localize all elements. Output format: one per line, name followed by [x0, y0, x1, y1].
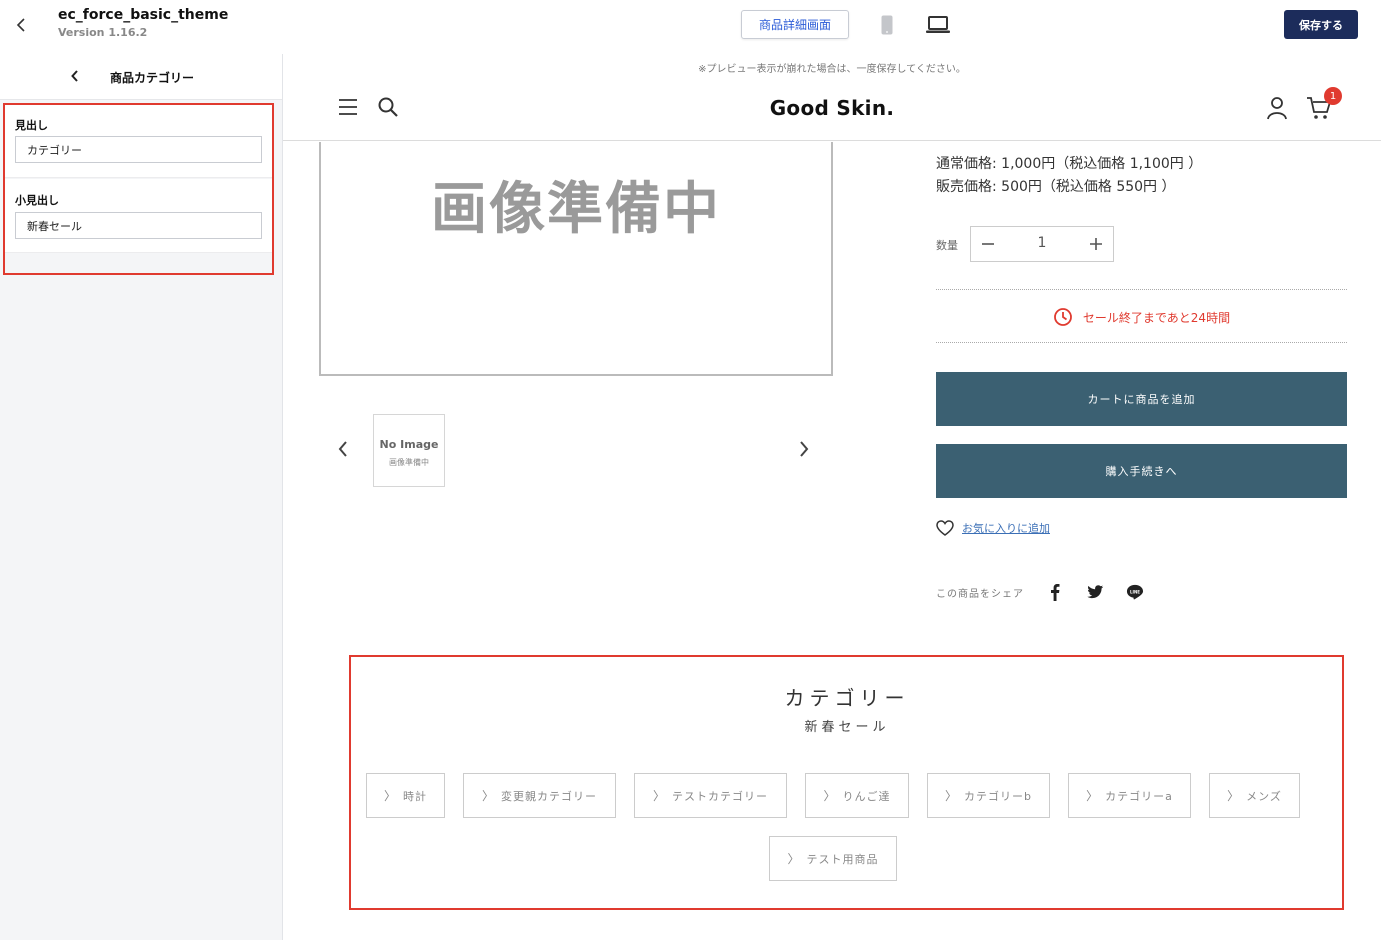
- save-button[interactable]: 保存する: [1284, 10, 1358, 39]
- heart-icon: [936, 520, 954, 536]
- category-button[interactable]: 〉カテゴリーb: [927, 773, 1050, 818]
- category-label: カテゴリーa: [1105, 789, 1173, 803]
- site-header: Good Skin. 1: [283, 82, 1381, 141]
- account-button[interactable]: [1266, 96, 1288, 120]
- theme-preview: ※プレビュー表示が崩れた場合は、一度保存してください。 Good Skin. 1…: [283, 54, 1381, 940]
- category-button[interactable]: 〉時計: [366, 773, 445, 818]
- thumbnail-next-button[interactable]: [798, 440, 814, 460]
- checkout-button[interactable]: 購入手続きへ: [936, 444, 1347, 498]
- share-bar: この商品をシェア LINE: [936, 582, 1164, 602]
- chevron-right-icon: 〉: [1227, 789, 1241, 803]
- regular-price: 通常価格: 1,000円（税込価格 1,100円 ）: [936, 156, 1203, 172]
- line-share-button[interactable]: LINE: [1124, 582, 1146, 602]
- category-label: カテゴリーb: [964, 789, 1032, 803]
- cart-count-badge: 1: [1324, 87, 1342, 105]
- laptop-icon: [926, 16, 950, 33]
- thumbnail-text: No Image: [379, 438, 439, 451]
- sale-timer: セール終了まであと24時間: [936, 307, 1347, 327]
- category-label: テスト用商品: [806, 852, 879, 866]
- divider: [936, 342, 1347, 343]
- quantity-increase-button[interactable]: [1083, 231, 1109, 257]
- category-label: りんご達: [842, 789, 891, 803]
- twitter-icon: [1087, 584, 1104, 598]
- desktop-preview-button[interactable]: [925, 14, 951, 36]
- chevron-left-icon: [338, 441, 347, 457]
- chevron-left-icon: [71, 70, 78, 82]
- preview-note: ※プレビュー表示が崩れた場合は、一度保存してください。: [698, 64, 966, 75]
- category-button[interactable]: 〉りんご達: [805, 773, 909, 818]
- add-favorite-label: お気に入りに追加: [962, 522, 1050, 535]
- theme-version: Version 1.16.2: [58, 26, 148, 39]
- subheading-field-label: 小見出し: [15, 194, 59, 207]
- sidebar-header: 商品カテゴリー: [0, 54, 282, 100]
- chevron-right-icon: 〉: [652, 789, 666, 803]
- back-button[interactable]: [8, 12, 34, 38]
- svg-text:LINE: LINE: [1130, 589, 1140, 594]
- minus-icon: [982, 243, 994, 245]
- chevron-right-icon: 〉: [481, 789, 495, 803]
- thumbnail-subtext: 画像準備中: [389, 458, 429, 467]
- page-select[interactable]: 商品詳細画面: [741, 10, 849, 39]
- category-heading: カテゴリー: [784, 686, 910, 710]
- quantity-decrease-button[interactable]: [975, 231, 1001, 257]
- category-label: メンズ: [1246, 789, 1282, 803]
- mobile-icon: [881, 15, 893, 35]
- user-icon: [1267, 97, 1287, 120]
- category-button[interactable]: 〉メンズ: [1209, 773, 1300, 818]
- theme-name: ec_force_basic_theme: [58, 7, 229, 23]
- site-logo[interactable]: Good Skin.: [283, 96, 1381, 120]
- facebook-icon: [1051, 584, 1060, 601]
- settings-sidebar: 商品カテゴリー 見出し カテゴリー 小見出し 新春セール: [0, 54, 283, 940]
- category-label: 変更親カテゴリー: [501, 789, 597, 803]
- quantity-stepper: 1: [970, 226, 1114, 262]
- subheading-field-block: 小見出し 新春セール: [4, 179, 274, 253]
- chevron-right-icon: 〉: [383, 789, 397, 803]
- thumbnail-prev-button[interactable]: [337, 440, 353, 460]
- divider: [936, 289, 1347, 290]
- clock-icon: [1054, 308, 1072, 326]
- top-bar: ec_force_basic_theme Version 1.16.2 商品詳細…: [0, 0, 1381, 54]
- line-icon: LINE: [1126, 584, 1144, 599]
- subheading-input[interactable]: 新春セール: [15, 212, 262, 239]
- sale-timer-text: セール終了まであと24時間: [1082, 310, 1231, 325]
- mobile-preview-button[interactable]: [879, 14, 895, 36]
- image-placeholder-text: 画像準備中: [431, 177, 721, 242]
- chevron-right-icon: 〉: [823, 789, 837, 803]
- category-button[interactable]: 〉カテゴリーa: [1068, 773, 1191, 818]
- category-label: テストカテゴリー: [672, 789, 768, 803]
- product-main-image: 画像準備中: [319, 142, 833, 376]
- category-button[interactable]: 〉変更親カテゴリー: [463, 773, 616, 818]
- sidebar-back-button[interactable]: [66, 67, 84, 85]
- add-favorite-link[interactable]: お気に入りに追加: [936, 520, 1050, 536]
- facebook-share-button[interactable]: [1044, 582, 1066, 602]
- sale-price: 販売価格: 500円（税込価格 550円 ）: [936, 179, 1176, 195]
- chevron-left-icon: [16, 18, 25, 32]
- share-label: この商品をシェア: [936, 588, 1024, 600]
- chevron-right-icon: [800, 441, 809, 457]
- chevron-right-icon: 〉: [945, 789, 959, 803]
- sidebar-title: 商品カテゴリー: [110, 71, 195, 85]
- heading-field-block: 見出し カテゴリー: [4, 104, 274, 178]
- category-button[interactable]: 〉テストカテゴリー: [634, 773, 787, 818]
- product-thumbnail[interactable]: No Image 画像準備中: [373, 414, 445, 487]
- heading-field-label: 見出し: [15, 119, 48, 132]
- twitter-share-button[interactable]: [1084, 582, 1106, 602]
- chevron-right-icon: 〉: [787, 852, 801, 866]
- category-subheading: 新春セール: [804, 720, 890, 735]
- chevron-right-icon: 〉: [1086, 789, 1100, 803]
- add-to-cart-button[interactable]: カートに商品を追加: [936, 372, 1347, 426]
- quantity-label: 数量: [936, 239, 958, 252]
- quantity-input[interactable]: 1: [1011, 235, 1073, 251]
- plus-icon: [1090, 238, 1102, 250]
- category-label: 時計: [403, 789, 427, 803]
- heading-input[interactable]: カテゴリー: [15, 136, 262, 163]
- category-button[interactable]: 〉テスト用商品: [769, 836, 897, 881]
